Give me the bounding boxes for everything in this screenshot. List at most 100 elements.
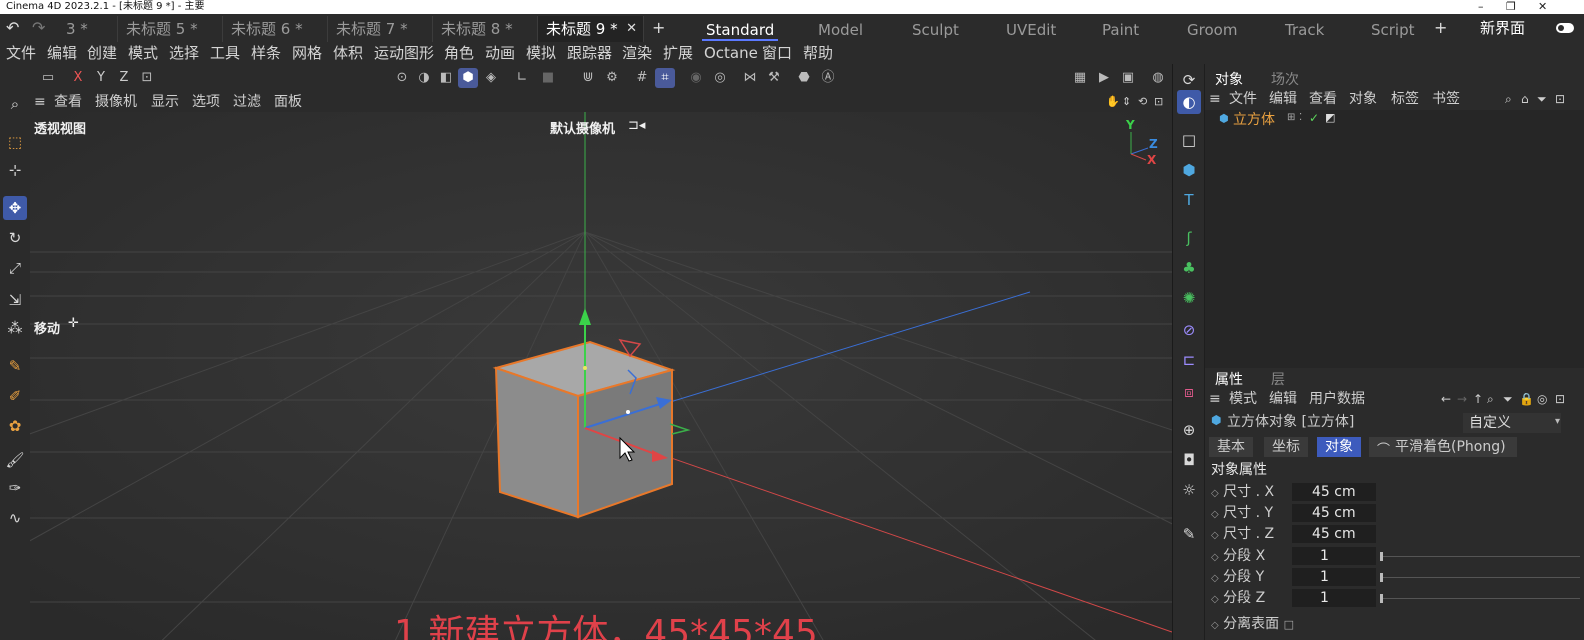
layout-tab-script[interactable]: Script [1371,17,1415,41]
axis-y-lock[interactable]: Y [91,68,111,88]
menu-mode[interactable]: 模式 [128,42,158,64]
scene-environment-icon[interactable]: ⊕ [1177,418,1201,442]
spline-smooth-icon[interactable]: ✿ [3,414,27,438]
am-filter-icon[interactable]: ⏷ [1503,389,1513,409]
viewport-menu-view[interactable]: 查看 [54,92,82,112]
doc-tab-5[interactable]: 未标题 5 * [118,16,223,42]
tab-attributes[interactable]: 属性 [1215,370,1243,390]
magnet-icon[interactable]: ⋓ [578,68,598,88]
doc-tab-6[interactable]: 未标题 6 * [223,16,328,42]
object-name[interactable]: 立方体 [1233,110,1275,130]
maximize-viewport-icon[interactable]: ⊡ [1154,92,1163,112]
menu-edit[interactable]: 编辑 [47,42,77,64]
soft-selection-icon[interactable]: ⚙ [602,68,622,88]
axis-z-lock[interactable]: Z [114,68,134,88]
layout-tab-track[interactable]: Track [1285,17,1324,41]
field-icon[interactable]: ⊏ [1177,348,1201,372]
rotate-tool-icon[interactable]: ↻ [3,226,27,250]
pan-icon[interactable]: ✋ [1106,92,1120,112]
menu-simulate[interactable]: 模拟 [526,42,556,64]
light-icon[interactable]: ☼ [1177,478,1201,502]
menu-tools[interactable]: 工具 [210,42,240,64]
axis-x-lock[interactable]: X [68,68,88,88]
menu-character[interactable]: 角色 [444,42,474,64]
deformer-icon[interactable]: ⊘ [1177,318,1201,342]
keyframe-diamond-icon[interactable]: ◇ [1211,509,1219,520]
tweak-transform-icon[interactable]: ⚒ [764,68,784,88]
segments-z-field[interactable]: 1 [1292,589,1376,607]
new-ui-toggle[interactable] [1556,23,1574,33]
keyframe-diamond-icon[interactable]: ◇ [1211,620,1219,631]
render-view-icon[interactable]: ▶ [1094,68,1114,88]
menu-mesh[interactable]: 网格 [292,42,322,64]
undo-icon[interactable]: ↶ [6,14,19,42]
tweak-mode-icon[interactable]: ■ [538,68,558,88]
workplane-icon[interactable]: ◉ [686,68,706,88]
phong-tag-icon[interactable]: ◩ [1325,111,1335,124]
enabled-check-icon[interactable]: ✓ [1309,111,1319,125]
live-selection-icon[interactable]: ⬚ [3,130,27,154]
points-mode-icon[interactable]: ⊙ [392,68,412,88]
om-menu-view[interactable]: 查看 [1309,89,1337,109]
close-tab-icon[interactable]: ✕ [626,16,637,42]
restore-icon[interactable]: ❐ [1506,0,1516,14]
visibility-dots-icon[interactable]: ⁚ [1299,112,1302,123]
layout-tab-model[interactable]: Model [818,17,863,41]
segments-y-field[interactable]: 1 [1292,568,1376,586]
size-y-field[interactable]: 45 cm [1292,504,1376,522]
viewport-menu-icon[interactable]: ≡ [34,92,46,112]
keyframe-diamond-icon[interactable]: ◇ [1211,573,1219,584]
cloner-icon[interactable]: ♣ [1177,256,1201,280]
volume-icon[interactable]: ⧈ [1177,380,1201,404]
om-home-icon[interactable]: ⌂ [1521,89,1529,109]
om-menu-edit[interactable]: 编辑 [1269,89,1297,109]
om-menu-tags[interactable]: 标签 [1391,89,1419,109]
subtab-coords[interactable]: 坐标 [1264,437,1308,457]
menu-mograph[interactable]: 运动图形 [374,42,434,64]
model-mode-icon[interactable]: ⬢ [458,68,478,88]
layout-tab-paint[interactable]: Paint [1102,17,1139,41]
subtab-phong[interactable]: 平滑着色(Phong) [1369,437,1517,457]
search-icon[interactable]: ⌕ [3,92,27,116]
om-expand-icon[interactable]: ⊡ [1555,89,1565,109]
segments-z-slider[interactable] [1380,594,1580,603]
tab-takes[interactable]: 场次 [1271,70,1299,90]
camera-label[interactable]: 默认摄像机 [550,118,615,137]
am-menu-mode[interactable]: 模式 [1229,389,1257,409]
menu-help[interactable]: 帮助 [803,42,833,64]
doc-tab-8[interactable]: 未标题 8 * [433,16,538,42]
brush-tool-icon[interactable]: 🖌 [3,448,27,472]
render-settings-icon[interactable]: ▣ [1118,68,1138,88]
am-search-icon[interactable]: ⌕ [1487,389,1494,409]
list-item[interactable]: ⬢ 立方体 ⊞ ⁚ ✓ ◩ [1217,110,1417,130]
generator-icon[interactable]: ✺ [1177,286,1201,310]
segments-y-slider[interactable] [1380,573,1580,582]
text-spline-icon[interactable]: T [1177,188,1201,212]
menu-octane[interactable]: Octane [704,42,758,64]
om-menu-bookmarks[interactable]: 书签 [1432,89,1460,109]
tab-layers[interactable]: 层 [1271,370,1285,390]
spline-pen-icon[interactable]: ✎ [3,354,27,378]
chevron-down-icon[interactable]: ▾ [1555,416,1560,427]
am-lock-icon[interactable]: 🔒 [1519,389,1534,409]
null-object-icon[interactable]: □ [1177,128,1201,152]
keyframe-diamond-icon[interactable]: ◇ [1211,594,1219,605]
layout-tab-standard[interactable]: Standard [701,17,779,41]
keyframe-diamond-icon[interactable]: ◇ [1211,488,1219,499]
add-layout-plus-icon[interactable]: + [1434,14,1447,42]
layout-tab-uvedit[interactable]: UVEdit [1006,17,1056,41]
tab-objects[interactable]: 对象 [1215,70,1243,90]
redo-icon[interactable]: ↷ [32,14,45,42]
polygons-mode-icon[interactable]: ◧ [436,68,456,88]
move-tool-icon[interactable]: ✥ [3,196,27,220]
keyframe-diamond-icon[interactable]: ◇ [1211,530,1219,541]
segments-x-field[interactable]: 1 [1292,547,1376,565]
octane-icon[interactable]: ⬣ [794,68,814,88]
om-filter-icon[interactable]: ⏷ [1537,89,1547,109]
am-back-icon[interactable]: ← [1441,389,1451,409]
live-selection-right-icon[interactable]: ◐ [1177,90,1201,114]
symmetry-icon[interactable]: ⋈ [740,68,760,88]
menu-select[interactable]: 选择 [169,42,199,64]
selection-tools-icon[interactable]: ⊹ [3,158,27,182]
segments-x-slider[interactable] [1380,552,1580,561]
